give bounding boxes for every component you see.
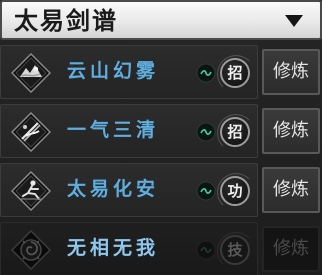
wave-icon — [196, 181, 216, 201]
triangle-down-icon[interactable] — [284, 14, 304, 28]
practice-button[interactable]: 修炼 — [262, 108, 320, 154]
manual-title: 太易剑谱 — [14, 6, 118, 35]
practice-button-disabled: 修炼 — [262, 226, 320, 272]
wave-icon — [196, 122, 216, 142]
manual-dropdown[interactable]: 太易剑谱 — [0, 0, 322, 40]
skill-name: 无相无我 — [67, 237, 160, 259]
wave-icon — [196, 63, 216, 83]
move-badge: 招 — [217, 55, 255, 93]
skill-row-3[interactable]: 太易化安 功 — [0, 163, 258, 217]
skill-panel: 太易剑谱 云山幻雾 招 修炼 一气三清 招 修炼 太易化安 功 修炼 无相无我 … — [0, 0, 322, 275]
skill-row-2[interactable]: 一气三清 招 — [0, 104, 258, 158]
skill-row-1[interactable]: 云山幻雾 招 — [0, 45, 258, 99]
skill-name: 一气三清 — [67, 119, 160, 141]
practice-button[interactable]: 修炼 — [262, 49, 320, 95]
skill-type-badge: 功 — [217, 173, 255, 211]
skill-type-badge: 技 — [217, 232, 255, 270]
skill-row-4[interactable]: 无相无我 技 — [0, 222, 258, 275]
skill-name: 云山幻雾 — [67, 60, 160, 82]
mountain-mist-icon — [11, 53, 51, 93]
move-badge: 招 — [217, 114, 255, 152]
skill-name: 太易化安 — [67, 178, 160, 200]
vortex-icon — [11, 230, 51, 270]
practice-button[interactable]: 修炼 — [262, 167, 320, 213]
three-swords-icon — [11, 112, 51, 152]
wave-icon — [196, 240, 216, 260]
crouching-figure-icon — [11, 171, 51, 211]
